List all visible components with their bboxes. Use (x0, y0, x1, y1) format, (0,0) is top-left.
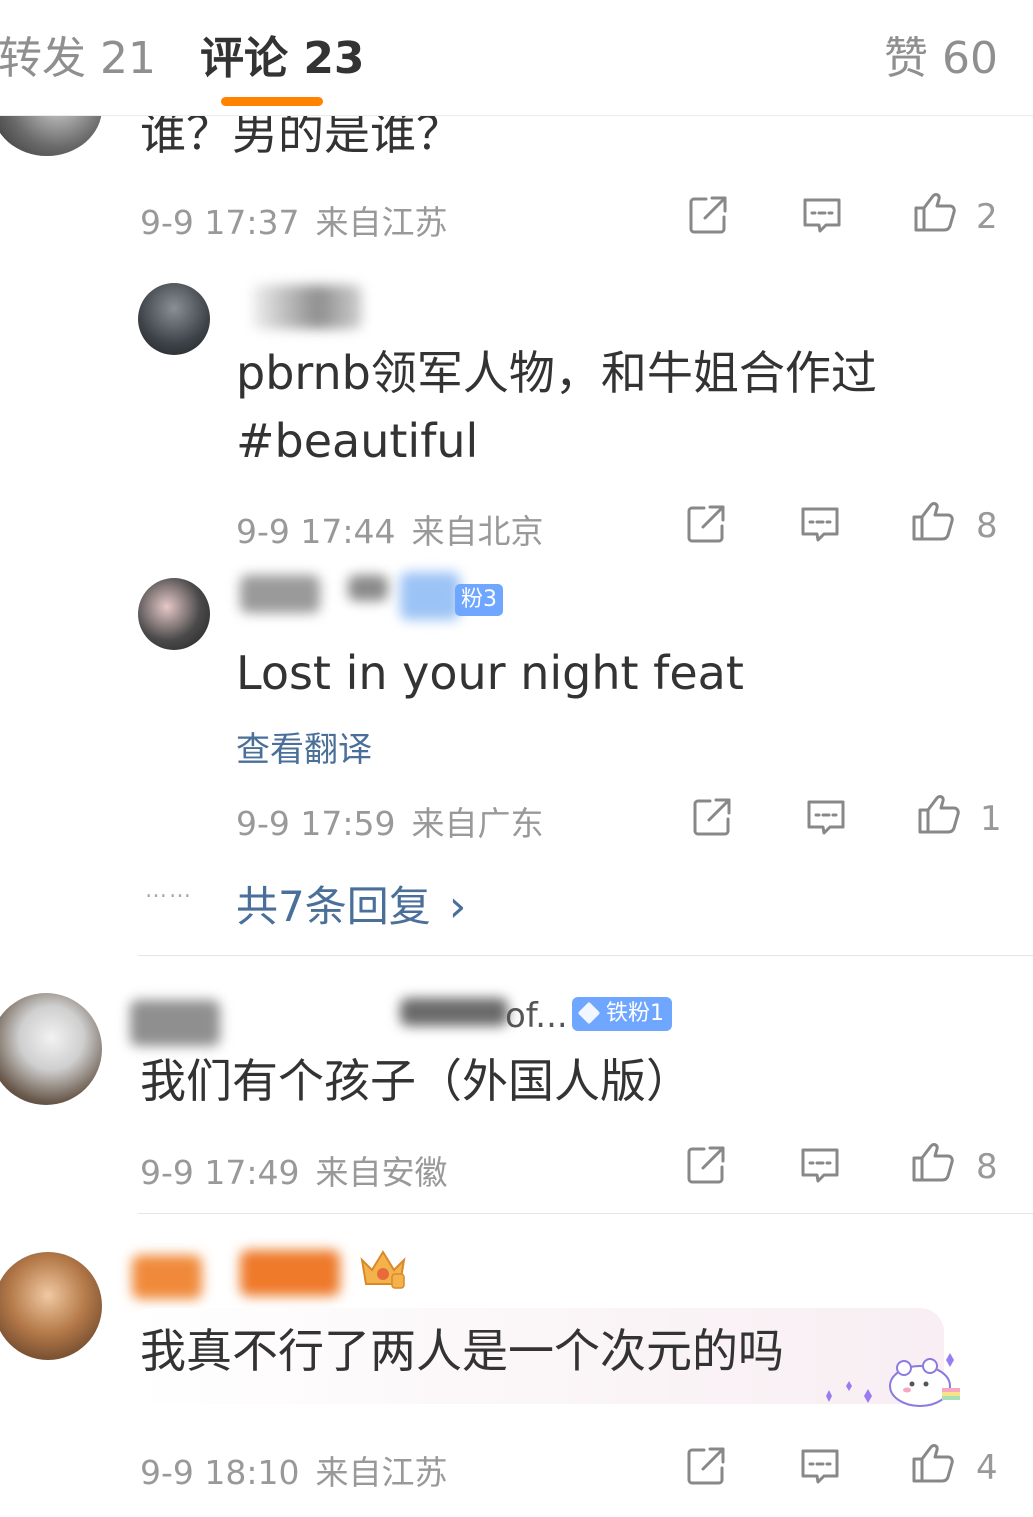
more-replies-link[interactable]: 共7条回复 › (236, 873, 466, 934)
blurred-username (400, 572, 460, 620)
comment-icon[interactable] (804, 795, 848, 839)
tab-bar: 转发 21 评论 23 赞 60 (0, 0, 1033, 116)
reply-text-line-1: pbrnb领军人物，和牛姐合作过 (236, 346, 877, 400)
comment-location: 来自安徽 (315, 1153, 448, 1192)
comment-time: 9-9 17:49 (140, 1153, 300, 1192)
dots-separator: …… (145, 878, 193, 903)
reply-text: Lost in your night feat (236, 646, 744, 700)
reply-text-line-2[interactable]: #beautiful (236, 418, 478, 464)
share-icon[interactable] (690, 795, 734, 839)
avatar[interactable] (138, 283, 210, 355)
divider (138, 955, 1033, 956)
thumbs-up-icon[interactable] (912, 190, 956, 234)
thumbs-up-icon[interactable] (916, 792, 960, 836)
reply-meta: 9-9 17:59 来自广东 (236, 797, 544, 845)
comment-icon[interactable] (798, 1143, 842, 1187)
iron-fan-badge[interactable]: 铁粉1 (572, 997, 672, 1031)
avatar[interactable] (138, 578, 210, 650)
avatar[interactable] (0, 993, 102, 1105)
divider (138, 1213, 1033, 1214)
blurred-username[interactable] (130, 1000, 220, 1046)
comment-icon[interactable] (798, 502, 842, 546)
like-count: 8 (976, 506, 998, 546)
tab-likes[interactable]: 赞 60 (884, 22, 998, 86)
comment-text: 我真不行了两人是一个次元的吗 (140, 1324, 784, 1378)
diamond-icon (577, 1001, 601, 1025)
username-tail[interactable]: of... (505, 996, 568, 1036)
comment-text: 我们有个孩子（外国人版） (140, 1054, 692, 1108)
blurred-username[interactable] (132, 1255, 202, 1299)
share-icon[interactable] (684, 1444, 728, 1488)
thumbs-up-icon[interactable] (910, 1441, 954, 1485)
blurred-username[interactable] (252, 285, 362, 329)
share-icon[interactable] (684, 1143, 728, 1187)
thumbs-up-icon[interactable] (910, 499, 954, 543)
like-count: 4 (976, 1448, 998, 1488)
comment-location: 来自江苏 (315, 203, 448, 242)
like-count: 1 (980, 799, 1002, 839)
comment-text: 谁？男的是谁？ (140, 106, 462, 160)
like-count: 2 (976, 197, 998, 237)
reply-time: 9-9 17:59 (236, 804, 396, 843)
comment-time: 9-9 18:10 (140, 1453, 300, 1492)
chevron-right-icon: › (448, 881, 467, 932)
comment-time: 9-9 17:37 (140, 203, 300, 242)
blurred-username (240, 1250, 340, 1296)
like-count: 8 (976, 1147, 998, 1187)
badge-label: 铁粉1 (606, 1001, 664, 1026)
reply-meta: 9-9 17:44 来自北京 (236, 505, 544, 553)
blurred-username[interactable] (240, 575, 320, 613)
comment-icon[interactable] (798, 1444, 842, 1488)
more-replies-label: 共7条回复 (236, 882, 431, 931)
reply-time: 9-9 17:44 (236, 512, 396, 551)
tab-comments[interactable]: 评论 23 (200, 22, 365, 86)
share-icon[interactable] (684, 502, 728, 546)
share-icon[interactable] (686, 193, 730, 237)
bear-sticker-icon (812, 1348, 962, 1412)
fan-badge[interactable]: 粉3 (455, 584, 503, 616)
blurred-username (400, 998, 508, 1026)
avatar[interactable] (0, 1252, 102, 1360)
reply-location: 来自广东 (411, 804, 544, 843)
translate-link[interactable]: 查看翻译 (236, 722, 372, 771)
blurred-username (348, 575, 388, 601)
crown-badge-icon[interactable] (356, 1246, 410, 1290)
thumbs-up-icon[interactable] (910, 1140, 954, 1184)
comment-meta: 9-9 17:49 来自安徽 (140, 1146, 448, 1194)
active-tab-indicator (221, 97, 323, 106)
comment-location: 来自江苏 (315, 1453, 448, 1492)
comment-meta: 9-9 17:37 来自江苏 (140, 196, 448, 244)
reply-location: 来自北京 (411, 512, 544, 551)
comment-meta: 9-9 18:10 来自江苏 (140, 1446, 448, 1494)
tab-repost[interactable]: 转发 21 (0, 22, 156, 86)
comment-icon[interactable] (800, 193, 844, 237)
